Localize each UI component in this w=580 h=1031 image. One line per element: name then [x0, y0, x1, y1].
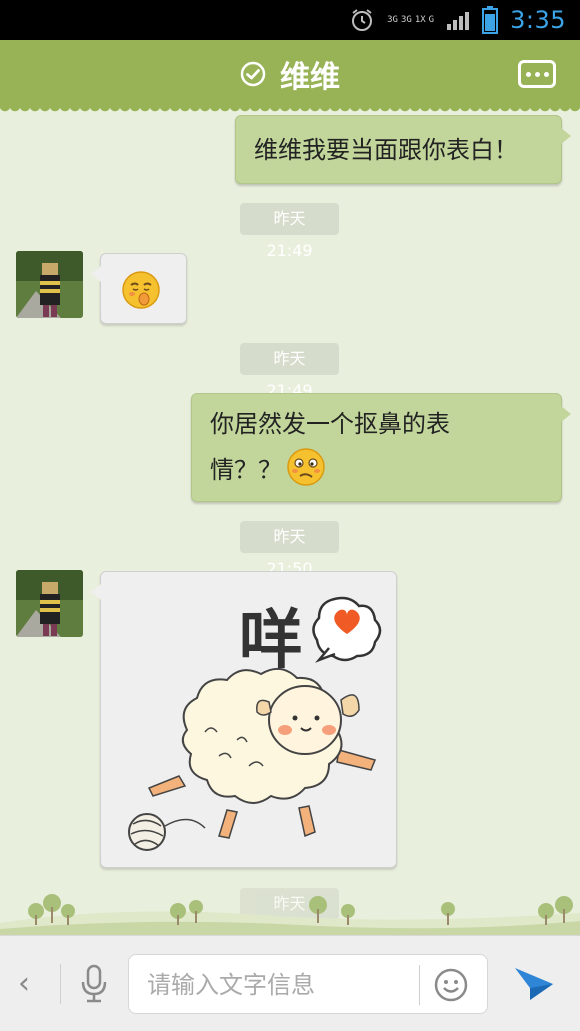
message-input[interactable]: [147, 965, 417, 1005]
message-input-box[interactable]: [128, 954, 488, 1014]
chat-message-list[interactable]: 维维我要当面跟你表白！ 昨天 21:49 昨天 21:49 你居然发一个抠鼻的表: [0, 108, 580, 935]
microphone-icon[interactable]: [79, 964, 109, 1004]
confused-face-emoji: [287, 448, 325, 486]
chat-header: 维维: [0, 40, 580, 114]
contact-avatar[interactable]: [16, 251, 83, 318]
signal-icon: [447, 12, 470, 30]
send-icon[interactable]: [512, 962, 556, 1006]
avatar-photo: [16, 251, 83, 318]
back-arrow-icon[interactable]: ‹: [18, 966, 30, 1002]
message-text-line-2: 情？？: [210, 455, 282, 484]
shush-face-emoji: [122, 271, 160, 309]
check-circle-icon: [240, 61, 266, 87]
more-icon-dot: [534, 71, 540, 77]
message-text-line-1: 你居然发一个抠鼻的表: [210, 410, 450, 438]
divider: [60, 964, 61, 1004]
my-message-bubble[interactable]: 维维我要当面跟你表白！: [235, 115, 571, 184]
more-options-button[interactable]: [518, 60, 556, 88]
battery-icon: [482, 6, 499, 34]
alarm-icon: [352, 9, 373, 31]
contact-name-title: 维维: [280, 60, 340, 95]
emoji-icon[interactable]: [433, 967, 469, 1003]
divider: [419, 965, 420, 1005]
sheep-sticker: 咩: [128, 596, 382, 851]
clock-time: 3:35: [510, 6, 566, 34]
status-bar: 3G 3G 1X G 3:35: [0, 0, 580, 40]
avatar-photo: [16, 570, 83, 637]
sticker-text: 咩: [239, 604, 303, 678]
network-label-1x: 1X: [414, 15, 426, 25]
my-message-bubble[interactable]: 你居然发一个抠鼻的表 情？？: [191, 393, 571, 502]
network-label-g: G: [428, 15, 435, 25]
their-message-bubble[interactable]: [91, 253, 187, 324]
message-timestamp: 昨天 21:49: [240, 203, 339, 260]
network-label-3g: 3G: [387, 15, 398, 25]
message-text: 维维我要当面跟你表白！: [254, 136, 518, 164]
more-icon-dot: [525, 71, 531, 77]
message-input-bar: ‹: [0, 935, 580, 1031]
landscape-decoration: [0, 894, 580, 935]
message-timestamp: 昨天 21:49: [240, 343, 339, 400]
their-sticker-bubble[interactable]: 咩: [91, 571, 397, 868]
network-label-3g-2: 3G: [400, 15, 412, 25]
message-timestamp: 昨天 21:50: [240, 521, 339, 578]
more-icon-dot: [543, 71, 549, 77]
network-labels: 3G 3G 1X G: [387, 15, 434, 25]
contact-avatar[interactable]: [16, 570, 83, 637]
